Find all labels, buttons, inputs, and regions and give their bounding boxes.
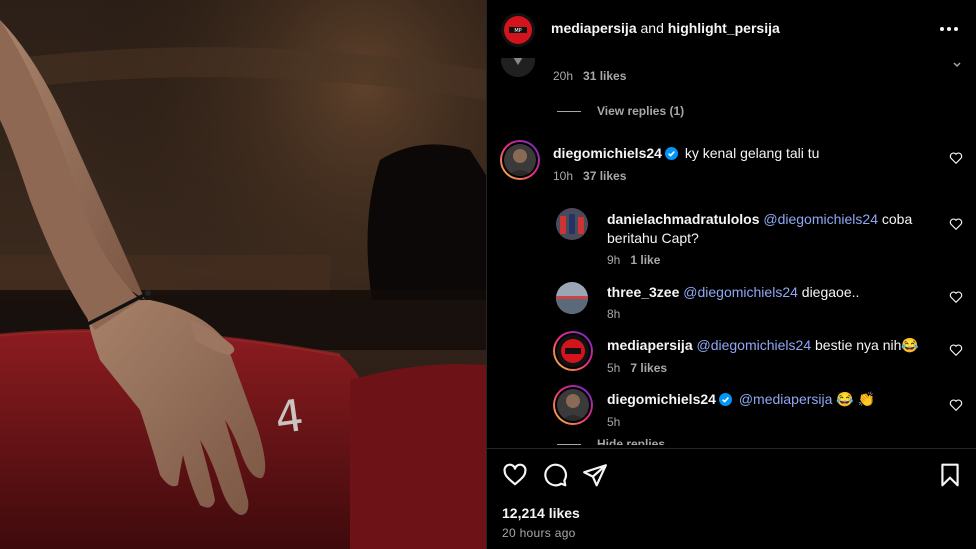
comment-likes[interactable]: 37 likes	[583, 169, 626, 183]
svg-text:MP: MP	[514, 28, 521, 34]
reply-body: mediapersija @diegomichiels24 bestie nya…	[607, 336, 919, 355]
more-options-icon[interactable]	[939, 22, 959, 36]
reply-username[interactable]: danielachmadratulolos	[607, 211, 759, 227]
reply-username[interactable]: mediapersija	[607, 337, 693, 353]
replier-avatar[interactable]	[556, 208, 588, 240]
post-authors: mediapersija and highlight_persija	[551, 20, 780, 36]
reply-text: diegaoe..	[797, 284, 860, 300]
authors-conjunction: and	[640, 20, 664, 36]
comment-username[interactable]: diegomichiels24	[553, 145, 662, 161]
verified-icon	[718, 392, 732, 406]
reply-meta: 8h	[607, 307, 630, 321]
comment-text: ky kenal gelang tali tu	[684, 145, 820, 161]
like-comment-heart-icon[interactable]	[949, 151, 963, 165]
reply-text: coba	[877, 211, 913, 227]
hide-replies-label: Hide replies	[597, 437, 666, 445]
comment-time: 20h	[553, 69, 574, 83]
reply-username[interactable]: three_3zee	[607, 284, 679, 300]
comment-time: 10h	[553, 169, 574, 183]
reply-time: 9h	[607, 253, 621, 267]
coauthor-username[interactable]: highlight_persija	[668, 20, 780, 36]
like-reply-heart-icon[interactable]	[949, 343, 963, 357]
comments-list[interactable]: 20h 31 likes View replies (1) diegomichie…	[487, 45, 976, 445]
divider-line	[557, 443, 581, 445]
reply-text-continued: beritahu Capt?	[607, 230, 699, 246]
comment-meta: 20h 31 likes	[553, 69, 626, 83]
post-photo: 4	[0, 0, 486, 549]
post-actions: 12,214 likes 20 hours ago	[487, 448, 976, 549]
reply-mention[interactable]: @diegomichiels24	[683, 284, 798, 300]
view-replies-label: View replies (1)	[597, 104, 685, 118]
comment-likes[interactable]: 31 likes	[583, 69, 626, 83]
like-reply-heart-icon[interactable]	[949, 290, 963, 304]
share-icon[interactable]	[582, 462, 608, 488]
heart-icon[interactable]	[502, 462, 528, 488]
author-avatar[interactable]: MP	[501, 13, 535, 47]
reply-body: three_3zee @diegomichiels24 diegaoe..	[607, 283, 859, 302]
like-count[interactable]: 12,214 likes	[502, 505, 580, 521]
like-reply-heart-icon[interactable]	[949, 217, 963, 231]
hide-replies-link[interactable]: Hide replies	[557, 437, 665, 445]
replier-avatar[interactable]	[556, 282, 588, 314]
divider-line	[557, 110, 581, 112]
reply-meta: 5h	[607, 415, 630, 429]
replier-avatar[interactable]	[555, 333, 591, 369]
reply-username[interactable]: diegomichiels24	[607, 391, 716, 407]
like-reply-heart-icon[interactable]	[949, 398, 963, 412]
post-header: MP mediapersija and highlight_persija	[487, 0, 976, 58]
author-username[interactable]: mediapersija	[551, 20, 637, 36]
reply-time: 8h	[607, 307, 621, 321]
comment-body: diegomichiels24 ky kenal gelang tali tu	[553, 144, 819, 163]
verified-icon	[664, 146, 678, 160]
replier-avatar[interactable]	[555, 387, 591, 423]
reply-mention[interactable]: @diegomichiels24	[697, 337, 812, 353]
comment-icon[interactable]	[542, 462, 568, 488]
reply-text: 😂 👏	[832, 391, 876, 407]
reply-text: bestie nya nih😂	[811, 337, 919, 353]
reply-body: diegomichiels24 @mediapersija 😂 👏	[607, 390, 875, 409]
scroll-down-chevron-icon[interactable]	[952, 57, 962, 68]
reply-time: 5h	[607, 415, 621, 429]
post-timestamp: 20 hours ago	[502, 526, 576, 540]
reply-meta: 5h 7 likes	[607, 361, 667, 375]
comments-panel: MP mediapersija and highlight_persija 20…	[486, 0, 976, 549]
reply-body: danielachmadratulolos @diegomichiels24 c…	[607, 210, 927, 248]
comment-meta: 10h 37 likes	[553, 169, 626, 183]
reply-likes[interactable]: 1 like	[630, 253, 660, 267]
commenter-avatar[interactable]	[502, 142, 538, 178]
reply-likes[interactable]: 7 likes	[630, 361, 667, 375]
view-replies-link[interactable]: View replies (1)	[557, 104, 684, 118]
reply-time: 5h	[607, 361, 621, 375]
reply-mention[interactable]: @mediapersija	[739, 391, 833, 407]
photo-scene: 4	[0, 0, 486, 549]
reply-meta: 9h 1 like	[607, 253, 660, 267]
reply-mention[interactable]: @diegomichiels24	[763, 211, 878, 227]
bookmark-icon[interactable]	[937, 462, 963, 488]
